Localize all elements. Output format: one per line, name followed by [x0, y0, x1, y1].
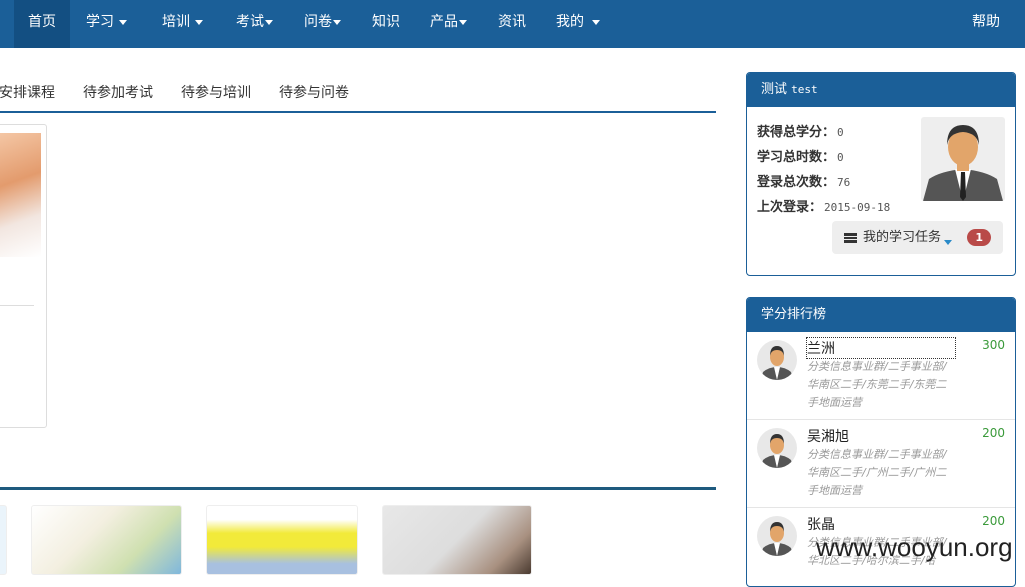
stat-total-credits: 获得总学分： 0: [757, 121, 844, 140]
nav-exam[interactable]: 考试: [222, 0, 287, 48]
list-icon: [844, 232, 857, 243]
user-account: test: [791, 83, 818, 96]
stat-last-login: 上次登录： 2015-09-18: [757, 196, 890, 215]
nav-label: 学习: [86, 14, 114, 30]
task-count-badge: 1: [967, 229, 991, 246]
divider: [0, 305, 34, 306]
ranking-score: 300: [982, 338, 1005, 352]
avatar: [921, 117, 1005, 201]
ranking-name[interactable]: 兰洲: [806, 337, 956, 359]
my-study-tasks-button[interactable]: 我的学习任务 1: [832, 221, 1003, 254]
user-name: 测试: [761, 82, 788, 97]
nav-home[interactable]: 首页: [14, 0, 70, 48]
stat-label: 获得总学分：: [757, 125, 836, 140]
ranking-name[interactable]: 张晶: [807, 514, 835, 534]
profile-panel: 测试 test 获得总学分： 0 学习总时数： 0 登录总次数： 76 上次登录： 20…: [746, 72, 1016, 276]
nav-label: 首页: [28, 14, 56, 30]
nav-label: 资讯: [498, 14, 526, 30]
stat-total-hours: 学习总时数： 0: [757, 146, 844, 165]
tab-pending-surveys[interactable]: 待参与问卷: [279, 82, 349, 102]
avatar: [757, 340, 797, 380]
task-button-label: 我的学习任务: [863, 230, 942, 245]
news-thumbnail[interactable]: [382, 505, 532, 575]
stat-value: 0: [837, 151, 844, 164]
nav-training[interactable]: 培训: [148, 0, 217, 48]
news-thumbnail[interactable]: [0, 505, 7, 575]
ranking-title: 学分排行榜: [747, 298, 1015, 332]
nav-study[interactable]: 学习: [72, 0, 141, 48]
nav-label: 产品: [430, 14, 458, 30]
watermark: www.wooyun.org: [816, 532, 1013, 562]
news-thumbnail[interactable]: [206, 505, 358, 575]
nav-knowledge[interactable]: 知识: [358, 0, 414, 48]
section-divider: [0, 487, 716, 490]
nav-help[interactable]: 帮助: [958, 0, 1014, 48]
tab-pending-exams[interactable]: 待参加考试: [83, 82, 153, 102]
caret-down-icon: [459, 19, 467, 25]
profile-header: 测试 test: [747, 73, 1015, 107]
ranking-department: 分类信息事业群/二手事业部/华南区二手/广州二手/广州二手地面运营: [807, 448, 947, 497]
nav-news[interactable]: 资讯: [484, 0, 540, 48]
stat-label: 上次登录：: [757, 200, 823, 215]
course-image: [0, 133, 41, 257]
nav-label: 考试: [236, 14, 264, 30]
stat-value: 76: [837, 176, 851, 189]
stat-label: 登录总次数：: [757, 175, 836, 190]
caret-down-icon: [592, 19, 600, 25]
ranking-score: 200: [982, 514, 1005, 528]
nav-label: 知识: [372, 14, 400, 30]
stat-label: 学习总时数：: [757, 150, 836, 165]
news-thumbnail[interactable]: [31, 505, 182, 575]
ranking-department: 分类信息事业群/二手事业部/华南区二手/东莞二手/东莞二手地面运营: [807, 360, 947, 409]
caret-down-icon: [119, 19, 127, 25]
nav-label: 帮助: [972, 14, 1000, 30]
stat-value: 2015-09-18: [824, 201, 891, 214]
caret-down-icon: [333, 19, 341, 25]
tab-pending-training[interactable]: 待参与培训: [181, 82, 251, 102]
ranking-score: 200: [982, 426, 1005, 440]
nav-product[interactable]: 产品: [416, 0, 481, 48]
nav-survey[interactable]: 问卷: [290, 0, 355, 48]
ranking-item[interactable]: 吴湘旭 分类信息事业群/二手事业部/华南区二手/广州二手/广州二手地面运营 20…: [747, 420, 1015, 508]
caret-down-icon: [265, 19, 273, 25]
task-tabs: 安排课程 待参加考试 待参与培训 待参与问卷: [0, 80, 716, 113]
nav-label: 问卷: [304, 14, 332, 30]
nav-label: 培训: [162, 14, 190, 30]
caret-down-icon: [944, 240, 953, 245]
stat-login-count: 登录总次数： 76: [757, 171, 850, 190]
tab-arranged-courses[interactable]: 安排课程: [0, 82, 55, 102]
top-nav: 首页 学习 培训 考试 问卷 知识 产品 资讯 我的 帮助: [0, 0, 1025, 48]
ranking-name[interactable]: 吴湘旭: [807, 426, 849, 446]
caret-down-icon: [195, 19, 203, 25]
nav-mine[interactable]: 我的: [542, 0, 614, 48]
avatar: [757, 428, 797, 468]
ranking-item[interactable]: 兰洲 分类信息事业群/二手事业部/华南区二手/东莞二手/东莞二手地面运营 300: [747, 332, 1015, 420]
nav-label: 我的: [556, 14, 584, 30]
avatar: [757, 516, 797, 556]
course-card[interactable]: [0, 124, 47, 428]
stat-value: 0: [837, 126, 844, 139]
